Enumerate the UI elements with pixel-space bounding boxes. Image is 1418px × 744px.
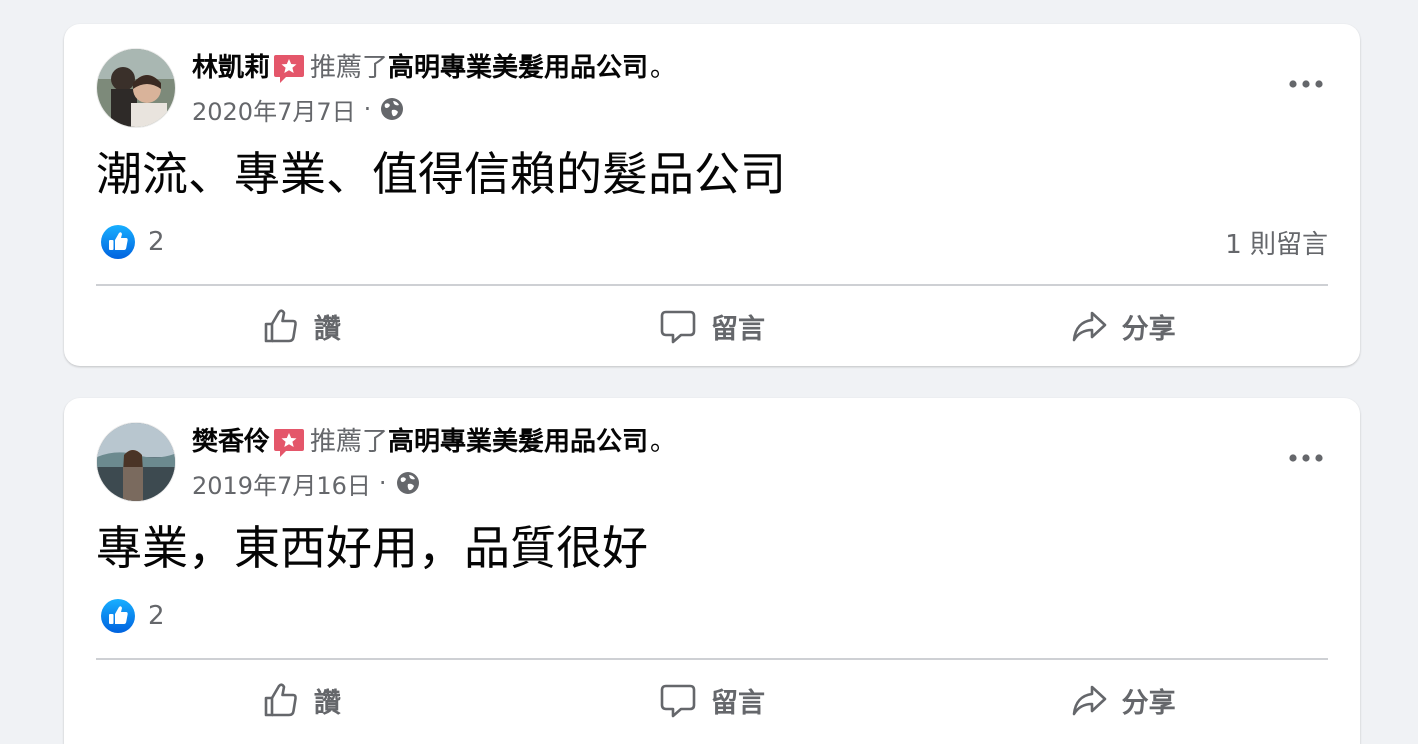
post-header: 林凱莉 推薦了 高明專業美髮用品公司 。	[192, 50, 676, 86]
recommended-text: 推薦了	[310, 53, 389, 83]
author-name[interactable]: 林凱莉	[192, 50, 270, 86]
review-card: 樊香伶 推薦了 高明專業美髮用品公司 。 2019年7月16日 · 專業，東西好…	[64, 398, 1360, 744]
share-button-label: 分享	[1121, 687, 1176, 719]
post-date[interactable]: 2019年7月16日	[192, 466, 371, 501]
comment-bubble-icon	[660, 684, 696, 718]
thumbs-up-icon	[264, 683, 297, 717]
post-meta: 2019年7月16日 ·	[192, 466, 421, 500]
review-card: 林凱莉 推薦了 高明專業美髮用品公司 。 2020年7月7日 · 潮流、專業、值…	[64, 24, 1360, 366]
comment-button[interactable]: 留言	[507, 662, 918, 738]
post-text: 潮流、專業、值得信賴的髮品公司	[96, 147, 786, 201]
post-header: 樊香伶 推薦了 高明專業美髮用品公司 。	[192, 424, 676, 460]
like-reaction-icon	[100, 598, 136, 634]
comment-button[interactable]: 留言	[507, 288, 918, 364]
page-name-link[interactable]: 高明專業美髮用品公司	[388, 424, 648, 460]
reaction-summary[interactable]: 2	[100, 222, 165, 262]
share-arrow-icon	[1072, 311, 1106, 342]
recommend-star-icon	[272, 425, 306, 459]
like-count: 2	[148, 227, 165, 257]
like-button[interactable]: 讚	[96, 662, 507, 738]
share-button[interactable]: 分享	[917, 662, 1328, 738]
page-name-link[interactable]: 高明專業美髮用品公司	[388, 50, 648, 86]
divider	[96, 658, 1328, 660]
comment-button-label: 留言	[711, 313, 765, 345]
share-button[interactable]: 分享	[917, 288, 1328, 364]
more-dots-icon	[1289, 80, 1323, 88]
like-button[interactable]: 讚	[96, 288, 507, 364]
meta-separator: ·	[363, 95, 372, 123]
like-reaction-icon	[100, 224, 136, 260]
like-count: 2	[148, 601, 165, 631]
action-bar: 讚 留言 分享	[96, 662, 1328, 738]
sentence-period: 。	[650, 53, 677, 83]
like-button-label: 讚	[313, 687, 341, 719]
post-meta: 2020年7月7日 ·	[192, 92, 405, 126]
author-avatar[interactable]	[96, 422, 176, 502]
post-text: 專業，東西好用，品質很好	[96, 521, 648, 575]
meta-separator: ·	[378, 469, 387, 497]
thumbs-up-icon	[264, 309, 297, 343]
recommended-text: 推薦了	[310, 427, 389, 457]
reaction-summary[interactable]: 2	[100, 596, 165, 636]
post-date[interactable]: 2020年7月7日	[192, 92, 356, 127]
share-arrow-icon	[1072, 685, 1106, 716]
comment-count-link[interactable]: 1 則留言	[1225, 222, 1328, 262]
action-bar: 讚 留言 分享	[96, 288, 1328, 364]
share-button-label: 分享	[1121, 313, 1176, 345]
more-dots-icon	[1289, 454, 1323, 462]
comment-bubble-icon	[660, 310, 696, 344]
more-options-button[interactable]	[1282, 64, 1330, 104]
recommend-star-icon	[272, 51, 306, 85]
sentence-period: 。	[650, 427, 677, 457]
divider	[96, 284, 1328, 286]
more-options-button[interactable]	[1282, 438, 1330, 478]
comment-button-label: 留言	[711, 687, 765, 719]
like-button-label: 讚	[313, 313, 341, 345]
author-name[interactable]: 樊香伶	[192, 424, 270, 460]
globe-icon[interactable]	[395, 470, 421, 496]
globe-icon[interactable]	[379, 96, 405, 122]
author-avatar[interactable]	[96, 48, 176, 128]
